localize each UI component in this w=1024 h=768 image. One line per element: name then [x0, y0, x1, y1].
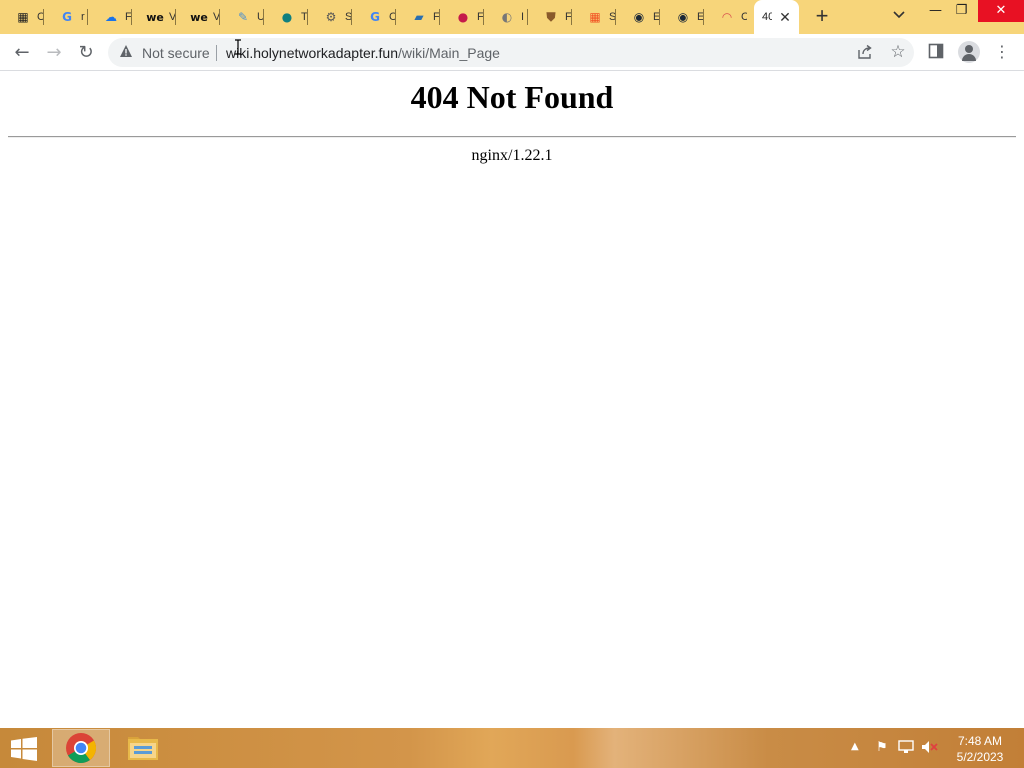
taskbar-file-explorer[interactable] — [114, 729, 172, 767]
browser-tab[interactable]: ● F — [440, 3, 484, 31]
browser-tab[interactable]: ◉ E — [616, 3, 660, 31]
warning-icon[interactable] — [118, 44, 134, 60]
server-signature: nginx/1.22.1 — [471, 147, 553, 164]
blue-app-icon: ▰ — [414, 10, 424, 24]
browser-tab[interactable]: ✎ U — [220, 3, 264, 31]
network-icon[interactable] — [897, 740, 915, 756]
new-tab-button[interactable]: + — [811, 5, 833, 27]
raspberry-icon: ● — [457, 10, 469, 24]
apps-icon: ▦ — [17, 10, 29, 24]
browser-tab[interactable]: GC — [352, 3, 396, 31]
steam-icon: ◉ — [633, 10, 645, 24]
taskbar-chrome[interactable] — [52, 729, 110, 767]
tab-strip: ▦ C Gr ☁ Fwe Vwe V ✎ U ● T ⚙ S G C ▰ F ● F ◐ I ⛊ F ▦ S ◉ E ◉ E ◠ C 40 … — [0, 0, 1024, 34]
folder-icon — [128, 737, 158, 760]
url-text[interactable]: wiki.holynetworkadapter.fun/wiki/Main_Pa… — [226, 45, 500, 61]
restore-button[interactable]: ❐ — [945, 0, 978, 22]
back-button[interactable]: ← — [10, 41, 34, 65]
volume-muted-icon[interactable] — [921, 740, 939, 756]
address-bar[interactable]: Not secure wiki.holynetworkadapter.fun/w… — [108, 38, 914, 67]
browser-tab[interactable]: we V — [132, 3, 176, 31]
browser-tab[interactable]: ● T — [264, 3, 308, 31]
url-path: /wiki/Main_Page — [398, 45, 500, 61]
profile-avatar-icon[interactable] — [958, 41, 980, 63]
error-heading: 404 Not Found — [410, 79, 614, 115]
divider — [8, 136, 1016, 138]
rainbow-icon: ◠ — [722, 10, 732, 24]
chrome-icon — [66, 733, 97, 764]
pen-icon: ✎ — [237, 10, 249, 24]
browser-tab[interactable]: ▰ F — [396, 3, 440, 31]
kebab-menu-icon[interactable]: ⋮ — [994, 41, 1010, 63]
system-clock[interactable]: 7:48 AM 5/2/2023 — [948, 733, 1012, 765]
browser-tab[interactable]: ▦ C — [0, 3, 44, 31]
taskbar: ▲ ⚑ 7:48 AM 5/2/2023 — [0, 728, 1024, 768]
omnibox-divider — [216, 45, 217, 61]
shield-icon: ⛊ — [546, 9, 556, 24]
cloud-app-icon: ☁ — [105, 10, 117, 24]
reload-button[interactable]: ↻ — [74, 41, 98, 65]
url-host: wiki.holynetworkadapter.fun — [226, 45, 398, 61]
active-tab[interactable]: 40 ✕ — [754, 0, 799, 34]
globe-icon: ◐ — [501, 10, 513, 24]
browser-tab[interactable]: ◐ I — [484, 3, 528, 31]
gear-icon: ⚙ — [325, 10, 337, 24]
windows-start-icon[interactable] — [10, 737, 38, 761]
action-center-flag-icon[interactable]: ⚑ — [873, 740, 891, 756]
clock-date: 5/2/2023 — [956, 750, 1004, 764]
steam-icon: ◉ — [677, 10, 689, 24]
browser-tab[interactable]: ▦ S — [572, 3, 616, 31]
page-content: 404 Not Found nginx/1.22.1 — [0, 71, 1024, 728]
we-icon: we — [146, 10, 164, 24]
active-tab-title: 40 — [762, 11, 772, 23]
browser-toolbar: ← → ↻ Not secure wiki.holynetworkadapter… — [0, 34, 1024, 71]
globe-teal-icon: ● — [281, 10, 293, 24]
show-hidden-icons-icon[interactable]: ▲ — [851, 741, 859, 752]
security-label[interactable]: Not secure — [142, 45, 210, 61]
google-icon: G — [370, 10, 380, 24]
browser-tab[interactable]: ◠ C — [704, 3, 748, 31]
browser-tab[interactable]: ⛊ F — [528, 3, 572, 31]
bookmark-star-icon[interactable]: ☆ — [888, 42, 908, 62]
side-panel-icon[interactable] — [928, 43, 946, 61]
clock-time: 7:48 AM — [957, 734, 1003, 748]
close-window-button[interactable]: ✕ — [978, 0, 1024, 22]
browser-tab[interactable]: we V — [176, 3, 220, 31]
we-icon: we — [190, 10, 208, 24]
share-icon[interactable] — [856, 44, 874, 62]
text-cursor-icon — [235, 39, 241, 55]
browser-tab[interactable]: ⚙ S — [308, 3, 352, 31]
tab-search-chevron-icon[interactable] — [890, 8, 908, 26]
google-icon: G — [62, 10, 72, 24]
browser-tab[interactable]: Gr — [44, 3, 88, 31]
forward-button[interactable]: → — [42, 41, 66, 65]
close-tab-icon[interactable]: ✕ — [778, 9, 792, 26]
microsoft-icon: ▦ — [589, 10, 601, 24]
tab-title: C — [741, 11, 747, 23]
browser-tab[interactable]: ◉ E — [660, 3, 704, 31]
browser-tab[interactable]: ☁ F — [88, 3, 132, 31]
